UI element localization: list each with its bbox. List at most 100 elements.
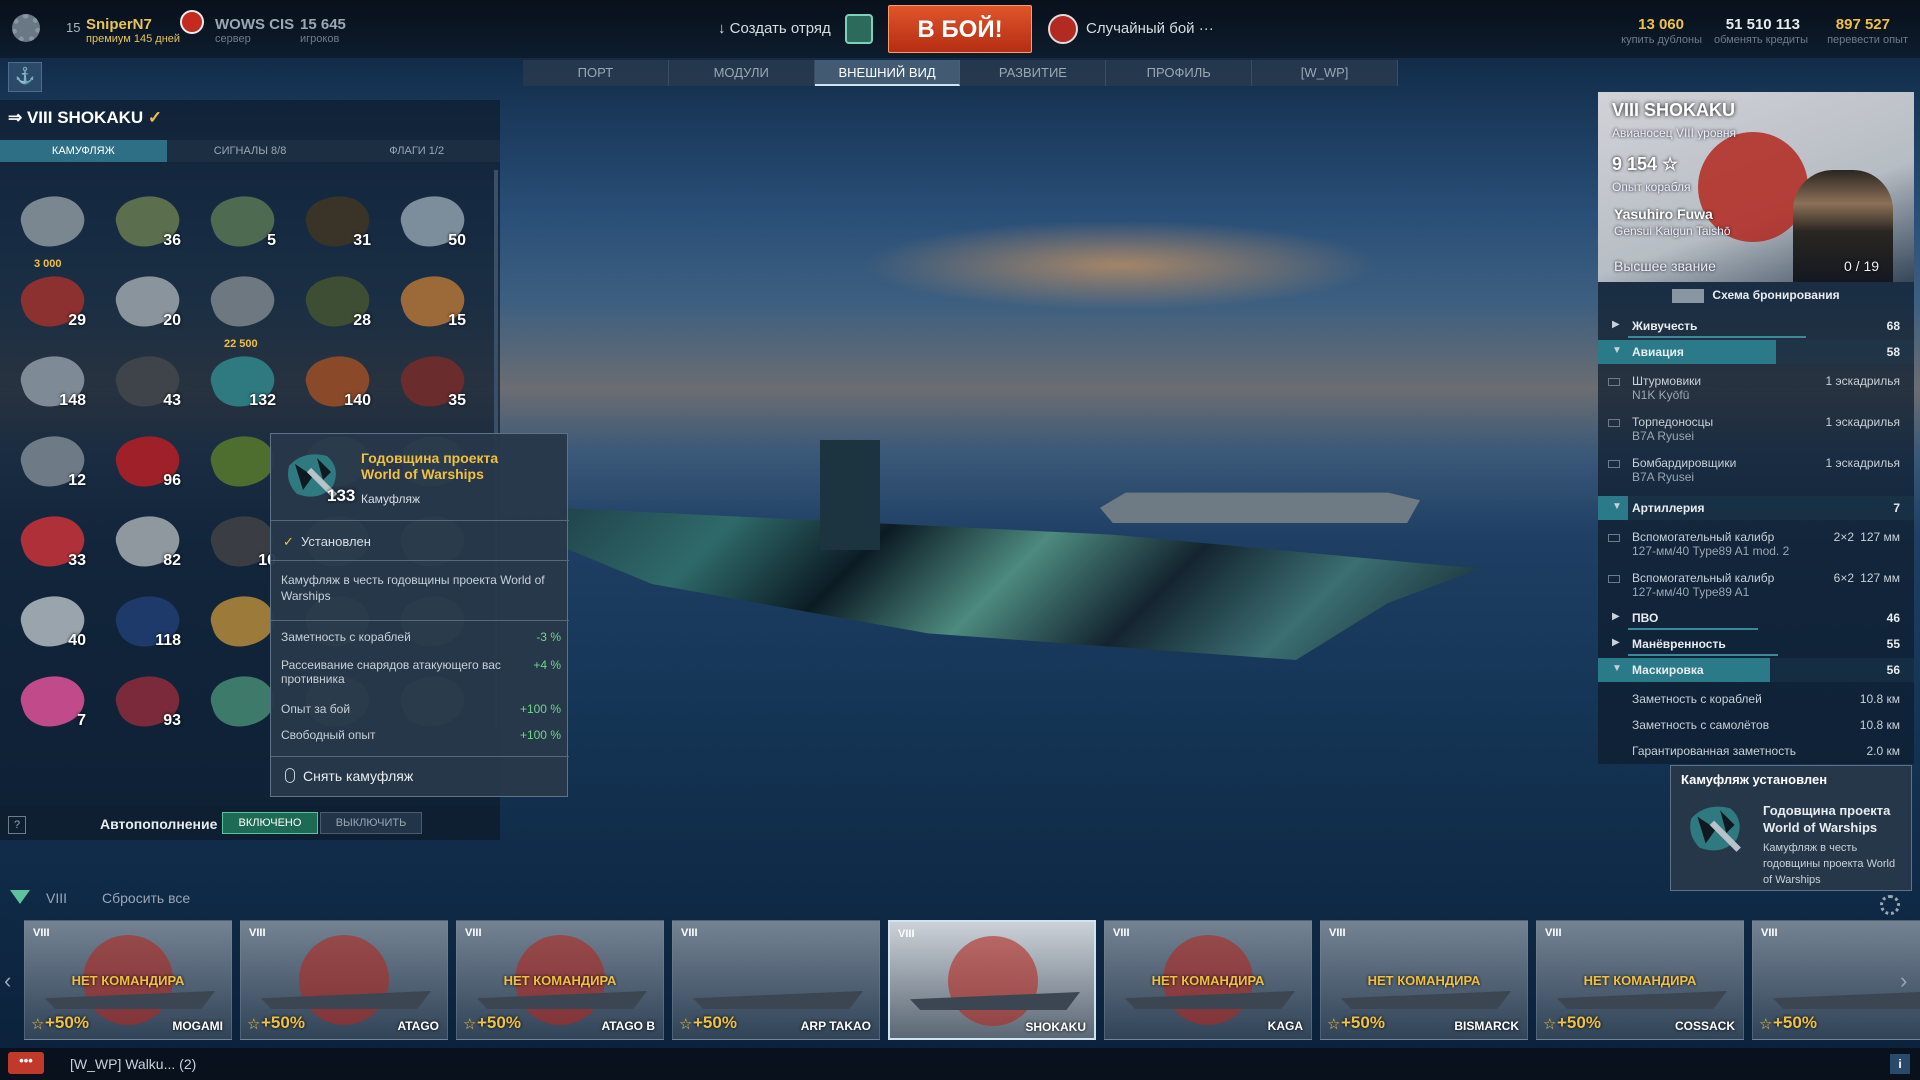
tab-exterior[interactable]: ВНЕШНИЙ ВИД — [814, 60, 961, 86]
doubloons-amount[interactable]: 13 060 — [1638, 16, 1684, 33]
autofill-on-button[interactable]: ВКЛЮЧЕНО — [222, 812, 318, 834]
camera-icon[interactable] — [1608, 460, 1620, 468]
concealment-name: Заметность с самолётов — [1632, 718, 1770, 732]
remove-camouflage-action[interactable]: Снять камуфляж — [303, 768, 413, 784]
port-anchor-button[interactable]: ⚓ — [8, 62, 42, 92]
camouflage-item[interactable]: 82 — [109, 507, 191, 586]
camouflage-count: 50 — [448, 232, 466, 249]
filter-icon[interactable] — [10, 890, 30, 904]
squad-icon[interactable] — [845, 14, 873, 44]
ship-card[interactable]: VIII НЕТ КОМАНДИРА KAGA — [1104, 920, 1312, 1040]
tab-clan[interactable]: [W_WP] — [1252, 60, 1398, 86]
camouflage-item[interactable]: 7 — [14, 667, 96, 746]
camouflage-item[interactable]: 118 — [109, 587, 191, 666]
section-aa[interactable]: ▶ ПВО 46 — [1598, 606, 1914, 630]
divider — [271, 756, 569, 757]
clan-emblem-icon[interactable] — [180, 10, 204, 34]
armor-scheme-button[interactable]: Схема бронирования — [1598, 288, 1914, 308]
camouflage-item[interactable]: 35 — [394, 347, 476, 426]
camouflage-item[interactable]: 20 — [109, 267, 191, 346]
info-icon[interactable]: i — [1890, 1054, 1910, 1074]
camouflage-item[interactable]: 28 — [299, 267, 381, 346]
main-menu-button[interactable]: ••• — [8, 1052, 44, 1074]
tab-camouflage[interactable]: КАМУФЛЯЖ — [0, 140, 167, 162]
gun-model: 127-мм/40 Type89 A1 mod. 2 — [1632, 544, 1790, 558]
reset-filters-button[interactable]: Сбросить все — [102, 890, 190, 906]
exchange-credits-link[interactable]: обменять кредиты — [1714, 34, 1808, 46]
camouflage-item[interactable]: 148 — [14, 347, 96, 426]
camera-icon[interactable] — [1608, 534, 1620, 542]
ship-card[interactable]: VIII SHOKAKU — [888, 920, 1096, 1040]
camouflage-item[interactable]: 93 — [109, 667, 191, 746]
camouflage-item[interactable]: 132 — [204, 347, 286, 426]
carousel-settings-gear-icon[interactable] — [1880, 895, 1900, 915]
camouflage-item[interactable]: 36 — [109, 190, 191, 266]
camouflage-item[interactable]: 33 — [14, 507, 96, 586]
stat-value: +100 % — [519, 728, 561, 742]
xp-bonus: +50% — [1341, 1013, 1385, 1032]
ship-card[interactable]: VIII ☆ +50% ATAGO — [240, 920, 448, 1040]
camouflage-item[interactable]: 43 — [109, 347, 191, 426]
autofill-off-button[interactable]: ВЫКЛЮЧИТЬ — [320, 812, 422, 834]
camouflage-item[interactable]: 22 500 — [204, 267, 286, 350]
camera-icon[interactable] — [1608, 575, 1620, 583]
player-nickname[interactable]: SniperN7 — [86, 16, 152, 33]
camouflage-item[interactable]: 140 — [299, 347, 381, 426]
section-maneuverability[interactable]: ▶ Манёвренность 55 — [1598, 632, 1914, 656]
checkmark-icon: ✓ — [147, 108, 163, 127]
camouflage-item[interactable]: 12 — [14, 427, 96, 506]
ship-card[interactable]: VIII НЕТ КОМАНДИРА ☆ +50% MOGAMI — [24, 920, 232, 1040]
battle-mode-select[interactable]: Случайный бой ··· — [1086, 20, 1214, 37]
filter-tier[interactable]: VIII — [46, 890, 67, 906]
create-squad-button[interactable]: ↓ Создать отряд — [718, 20, 831, 37]
camouflage-item[interactable]: 29 — [14, 267, 96, 346]
section-artillery[interactable]: ▼ Артиллерия 7 — [1598, 496, 1914, 520]
xp-bonus: +50% — [1557, 1013, 1601, 1032]
ship-card[interactable]: VIII ☆ +50% — [1752, 920, 1920, 1040]
settings-gear-icon[interactable] — [12, 14, 40, 42]
clan-chat-tab[interactable]: [W_WP] Walku... (2) — [70, 1056, 196, 1072]
help-icon[interactable]: ? — [8, 816, 26, 834]
players-online: 15 645 — [300, 16, 346, 33]
main-nav-tabs: ПОРТ МОДУЛИ ВНЕШНИЙ ВИД РАЗВИТИЕ ПРОФИЛЬ… — [523, 60, 1398, 86]
camouflage-anniversary-icon — [1690, 806, 1741, 852]
tab-signals[interactable]: СИГНАЛЫ 8/8 — [167, 140, 334, 162]
camouflage-item[interactable]: 40 — [14, 587, 96, 666]
tab-modules[interactable]: МОДУЛИ — [669, 60, 815, 86]
section-survivability[interactable]: ▶ Живучесть 68 — [1598, 314, 1914, 338]
tab-flags[interactable]: ФЛАГИ 1/2 — [333, 140, 500, 162]
battle-button[interactable]: В БОЙ! — [888, 5, 1032, 53]
camouflage-installed-notification[interactable]: Камуфляж установлен Годовщина проекта Wor… — [1670, 765, 1912, 891]
ship-card[interactable]: VIII НЕТ КОМАНДИРА ☆ +50% ATAGO B — [456, 920, 664, 1040]
section-aviation[interactable]: ▼ Авиация 58 — [1598, 340, 1914, 364]
tab-profile[interactable]: ПРОФИЛЬ — [1106, 60, 1253, 86]
camouflage-item[interactable]: 15 — [394, 267, 476, 346]
camouflage-item[interactable]: 5 — [204, 190, 286, 266]
carousel-right-arrow-icon[interactable]: › — [1900, 968, 1907, 994]
convert-xp-link[interactable]: перевести опыт — [1827, 34, 1908, 46]
ship-class: Авианосец VIII уровня — [1612, 126, 1736, 140]
tab-research[interactable]: РАЗВИТИЕ — [960, 60, 1107, 86]
background-ship — [1100, 492, 1420, 523]
camera-icon[interactable] — [1608, 378, 1620, 386]
plane-type: Бомбардировщики — [1632, 456, 1737, 470]
camouflage-item[interactable]: 96 — [109, 427, 191, 506]
camouflage-item[interactable]: 3 000 — [14, 190, 96, 270]
ship-card[interactable]: VIII НЕТ КОМАНДИРА ☆ +50% BISMARCK — [1320, 920, 1528, 1040]
buy-doubloons-link[interactable]: купить дублоны — [1621, 34, 1702, 46]
camera-icon[interactable] — [1608, 419, 1620, 427]
ship-silhouette — [1557, 991, 1727, 1009]
ship-card[interactable]: VIII НЕТ КОМАНДИРА ☆ +50% COSSACK — [1536, 920, 1744, 1040]
section-concealment[interactable]: ▼ Маскировка 56 — [1598, 658, 1914, 682]
camouflage-item[interactable]: 50 — [394, 190, 476, 266]
ship-card[interactable]: VIII ☆ +50% ARP TAKAO — [672, 920, 880, 1040]
free-xp-amount[interactable]: 897 527 — [1836, 16, 1890, 33]
carousel-left-arrow-icon[interactable]: ‹ — [4, 968, 11, 994]
credits-amount[interactable]: 51 510 113 — [1726, 16, 1800, 33]
battle-mode-icon[interactable] — [1048, 14, 1078, 44]
camouflage-count: 132 — [249, 392, 276, 409]
camouflage-item[interactable]: 31 — [299, 190, 381, 266]
collapse-arrow-icon: ▼ — [1612, 663, 1622, 674]
commander-name[interactable]: Yasuhiro Fuwa — [1614, 206, 1713, 222]
tab-port[interactable]: ПОРТ — [523, 60, 669, 86]
